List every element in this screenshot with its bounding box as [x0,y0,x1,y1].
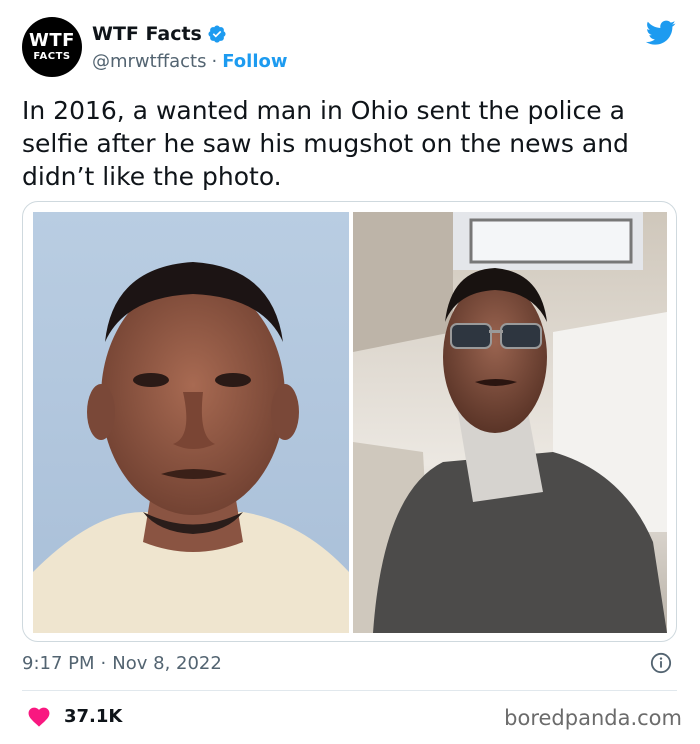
twitter-bird-icon[interactable] [646,20,676,46]
handle-row: @mrwtffacts · Follow [92,51,288,72]
selfie-photo[interactable] [353,212,667,633]
media-grid [22,201,677,642]
avatar-logo-line1: WTF [29,30,75,51]
timestamp[interactable]: 9:17 PM · Nov 8, 2022 [22,653,222,674]
selfie-image [353,212,667,633]
follow-button[interactable]: Follow [222,51,287,72]
like-count: 37.1K [64,706,123,727]
avatar[interactable]: WTF FACTS [22,17,82,77]
mugshot-photo[interactable] [33,212,349,633]
tweet-date: Nov 8, 2022 [112,653,222,674]
display-name[interactable]: WTF Facts [92,23,202,45]
tweet-time: 9:17 PM [22,653,95,674]
heart-icon [28,707,50,727]
info-icon[interactable] [650,652,672,674]
verified-badge-icon [208,25,226,43]
divider [22,690,677,691]
watermark: boredpanda.com [504,706,682,730]
avatar-logo-line2: FACTS [33,51,71,62]
author-name-row[interactable]: WTF Facts [92,23,227,45]
like-button[interactable]: 37.1K [28,706,122,727]
mugshot-image [33,212,349,633]
handle[interactable]: @mrwtffacts [92,51,206,72]
tweet-text: In 2016, a wanted man in Ohio sent the p… [22,96,629,191]
handle-separator: · [211,51,218,72]
timestamp-separator: · [100,653,107,674]
